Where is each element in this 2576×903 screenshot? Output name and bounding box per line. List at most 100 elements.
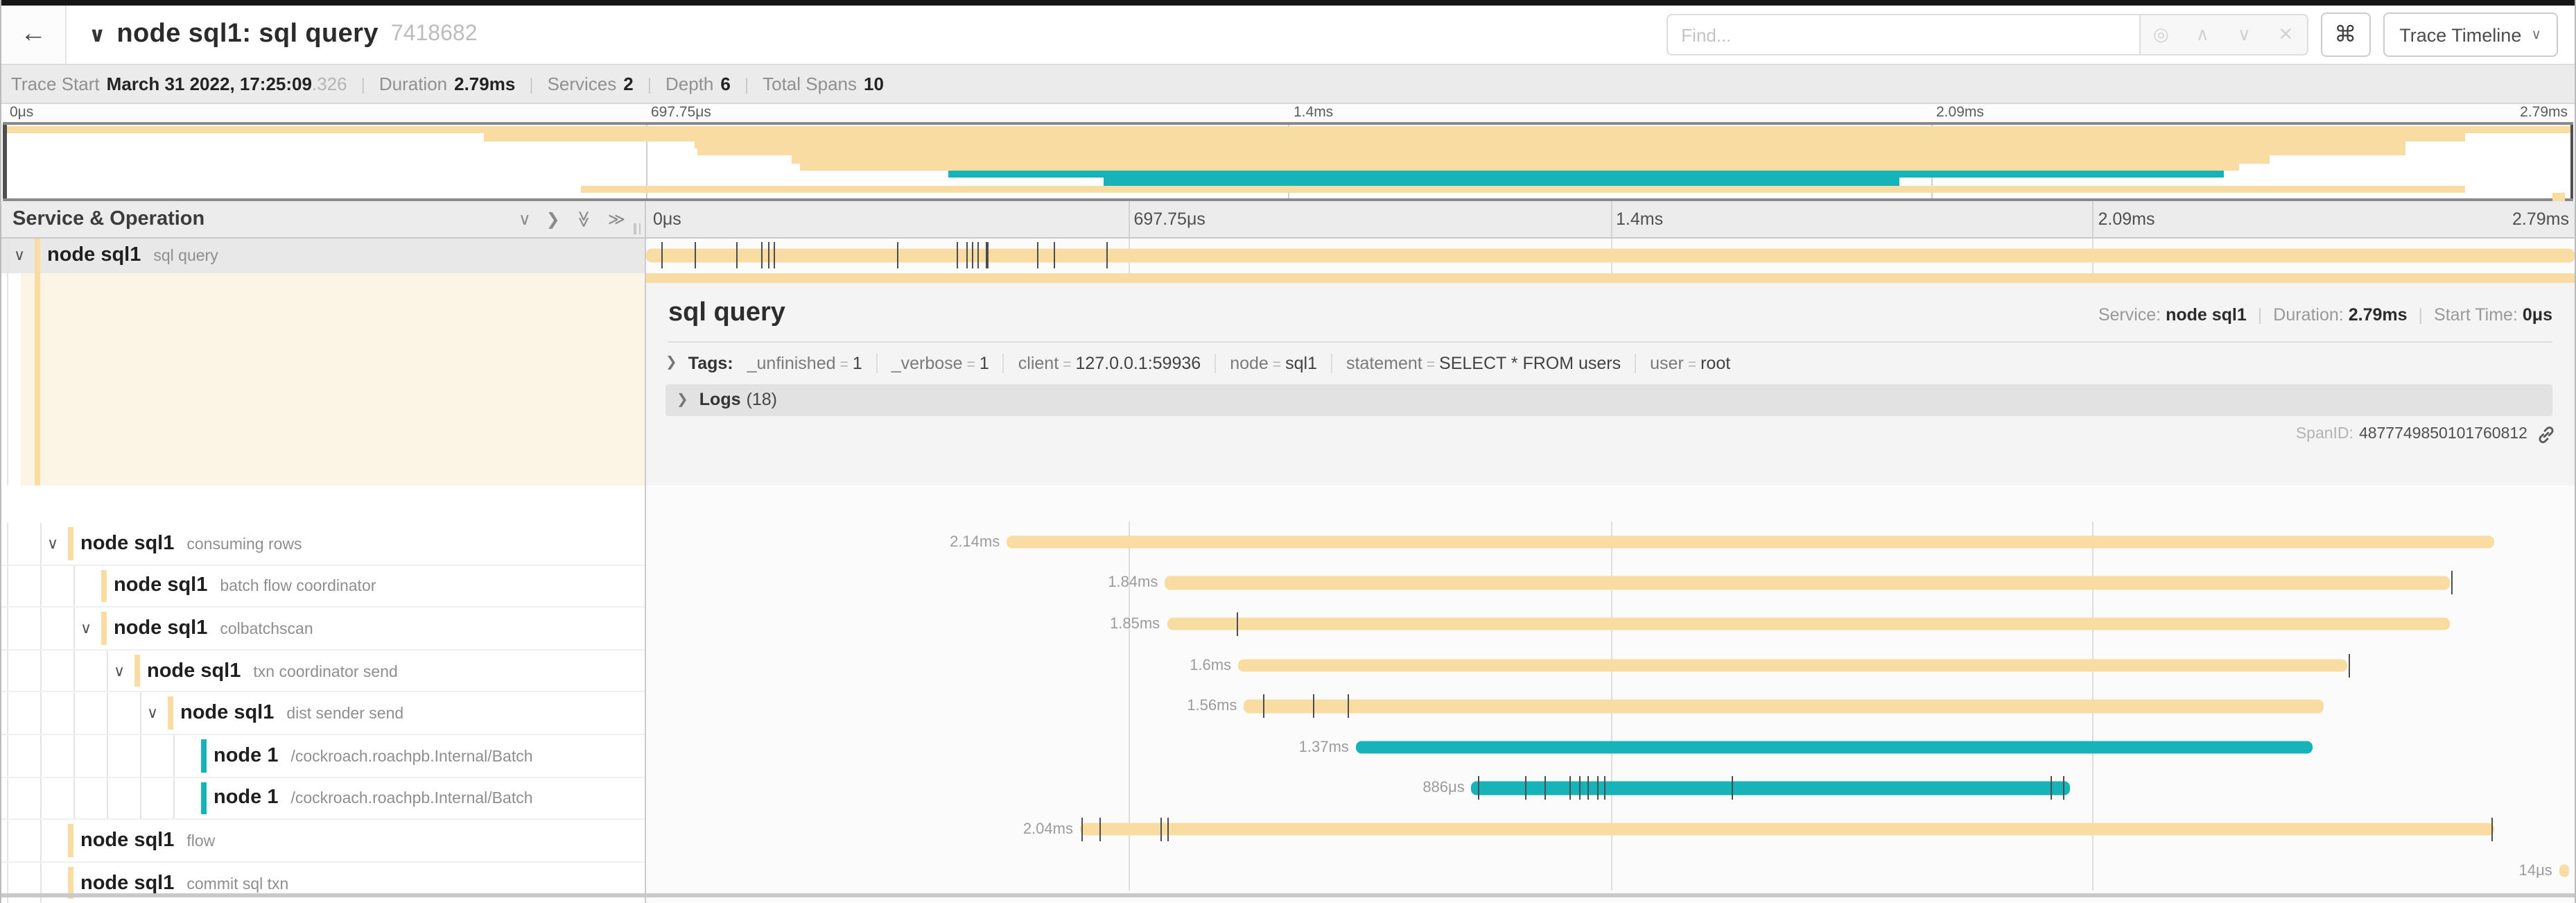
locate-icon[interactable]: ◎ xyxy=(2140,24,2182,46)
row-chevron-icon[interactable]: ∨ xyxy=(14,247,25,265)
trace-minimap[interactable] xyxy=(3,122,2573,201)
span-bar[interactable] xyxy=(1080,823,2494,836)
span-bar[interactable] xyxy=(1356,741,2313,754)
tree-row[interactable]: node sql1batch flow coordinator xyxy=(1,565,645,608)
time-tick-label: 2.79ms xyxy=(2520,104,2568,121)
span-bar-row[interactable]: 2.14ms xyxy=(646,522,2575,562)
log-tick xyxy=(695,243,696,269)
row-chevron-icon[interactable]: ∨ xyxy=(80,619,92,637)
top-controls: ◎ ∧ ∨ ✕ ⌘ Trace Timeline ∨ xyxy=(1666,12,2558,57)
tree-row[interactable]: ∨node sql1txn coordinator send xyxy=(1,651,645,693)
row-service-name: node sql1commit sql txn xyxy=(80,872,288,894)
minimap-span-bar xyxy=(949,171,2224,178)
window-top-edge xyxy=(1,0,2575,6)
tags-expand-icon[interactable]: ❯ xyxy=(665,355,677,370)
next-result-icon[interactable]: ∨ xyxy=(2223,24,2265,46)
span-bar[interactable] xyxy=(646,249,2575,262)
tree-guide xyxy=(40,651,42,691)
collapse-one-icon[interactable]: ∨ xyxy=(519,209,531,229)
clear-search-icon[interactable]: ✕ xyxy=(2265,24,2306,46)
row-operation-name: /cockroach.roachpb.Internal/Batch xyxy=(290,749,532,766)
service-operation-column: Service & Operation ∨ ❯ ≫ ≫ ∨node sql1sq… xyxy=(1,201,646,903)
row-color-accent xyxy=(200,739,207,772)
tree-guide xyxy=(107,777,108,818)
row-service-name: node 1/cockroach.roachpb.Internal/Batch xyxy=(214,745,533,767)
tag-item: _verbose=1 xyxy=(876,353,1003,372)
tree-row[interactable]: ∨node sql1colbatchscan xyxy=(1,608,645,650)
tree-guide xyxy=(107,735,108,776)
minimap-range-handle-left[interactable] xyxy=(3,125,6,198)
expand-one-icon[interactable]: ❯ xyxy=(546,209,560,229)
expand-all-icon[interactable]: ≫ xyxy=(608,209,625,229)
trace-main: Service & Operation ∨ ❯ ≫ ≫ ∨node sql1sq… xyxy=(1,201,2575,903)
tag-item: user=root xyxy=(1635,353,1744,372)
span-bar-row[interactable]: 886μs xyxy=(646,768,2575,809)
trace-timeline-page: ← ∨ node sql1: sql query 7418682 ◎ ∧ ∨ ✕… xyxy=(0,0,2576,903)
logs-row[interactable]: ❯ Logs (18) xyxy=(665,384,2552,415)
span-duration-label: 14μs xyxy=(2519,862,2552,879)
span-bar-row[interactable]: 1.56ms xyxy=(646,686,2575,727)
span-detail-panel: sql query Service: node sql1|Duration: 2… xyxy=(646,282,2575,485)
summary-label: Trace Start xyxy=(11,74,100,94)
span-bar-row[interactable]: 1.6ms xyxy=(646,645,2575,686)
trace-view-selector[interactable]: Trace Timeline ∨ xyxy=(2383,12,2558,57)
span-bar-row[interactable]: 2.04ms xyxy=(646,809,2575,850)
log-tick xyxy=(1732,777,1733,800)
bottom-scroll-edge[interactable] xyxy=(1,893,2575,897)
grid-line xyxy=(1610,201,1612,237)
log-tick xyxy=(1263,694,1264,718)
grid-line xyxy=(1129,727,1130,768)
span-bar-row[interactable]: 1.37ms xyxy=(646,727,2575,768)
tree-row[interactable]: node 1/cockroach.roachpb.Internal/Batch xyxy=(1,777,645,820)
span-bar-row[interactable]: 1.85ms xyxy=(646,603,2575,644)
span-bar[interactable] xyxy=(1007,535,2494,549)
log-tick xyxy=(966,243,968,269)
time-tick-label: 1.4ms xyxy=(1294,104,1333,121)
tree-row[interactable]: node 1/cockroach.roachpb.Internal/Batch xyxy=(1,735,645,777)
log-tick xyxy=(661,243,663,269)
tree-row[interactable]: ∨node sql1sql query xyxy=(1,239,645,274)
tree-row[interactable]: node sql1flow xyxy=(1,820,645,862)
log-tick xyxy=(986,243,987,269)
summary-label: Depth xyxy=(665,74,713,94)
back-button[interactable]: ← xyxy=(1,6,67,64)
column-resize-handle[interactable] xyxy=(631,223,641,234)
span-bar[interactable] xyxy=(1167,617,2449,630)
span-bar[interactable] xyxy=(1472,782,2069,795)
row-chevron-icon[interactable]: ∨ xyxy=(147,704,158,722)
tree-guide xyxy=(73,565,75,606)
span-bar-row[interactable]: 14μs xyxy=(646,850,2575,891)
tree-guide xyxy=(73,608,75,648)
minimap-range-handle-right[interactable] xyxy=(2570,125,2573,198)
find-group: ◎ ∧ ∨ ✕ xyxy=(1666,14,2308,55)
time-tick-label: 2.09ms xyxy=(2098,209,2155,229)
minimap-span-bar xyxy=(483,134,2465,141)
span-bar-row[interactable] xyxy=(646,239,2575,273)
deep-link-icon[interactable] xyxy=(2537,425,2555,443)
log-tick xyxy=(1236,612,1237,636)
trace-summary-bar: Trace StartMarch 31 2022, 17:25:09.326|D… xyxy=(1,65,2575,104)
span-bar[interactable] xyxy=(2559,864,2569,877)
tree-row[interactable]: ∨node sql1dist sender send xyxy=(1,693,645,735)
tree-controls: ∨ ❯ ≫ ≫ xyxy=(503,209,625,229)
tree-row[interactable]: ∨node sql1consuming rows xyxy=(1,523,645,565)
row-chevron-icon[interactable]: ∨ xyxy=(47,535,58,553)
tags-row[interactable]: ❯ Tags: _unfinished=1_verbose=1client=12… xyxy=(646,342,2575,372)
keyboard-shortcuts-button[interactable]: ⌘ xyxy=(2320,12,2370,57)
span-bar[interactable] xyxy=(1165,576,2449,590)
service-operation-title: Service & Operation xyxy=(12,208,204,230)
log-tick xyxy=(1082,818,1084,841)
collapse-all-icon[interactable]: ≫ xyxy=(574,210,593,227)
find-input[interactable] xyxy=(1666,14,2139,55)
row-operation-name: batch flow coordinator xyxy=(220,579,376,596)
prev-result-icon[interactable]: ∧ xyxy=(2182,24,2223,46)
collapse-trace-chevron-icon[interactable]: ∨ xyxy=(89,22,105,47)
span-bar-row[interactable]: 1.84ms xyxy=(646,562,2575,603)
logs-label: Logs xyxy=(699,390,741,409)
row-chevron-icon[interactable]: ∨ xyxy=(114,662,125,680)
summary-label: Duration xyxy=(379,74,447,94)
span-bar[interactable] xyxy=(1244,700,2324,713)
span-bar[interactable] xyxy=(1238,659,2347,672)
row-operation-name: flow xyxy=(186,834,215,850)
logs-expand-icon[interactable]: ❯ xyxy=(677,392,688,407)
